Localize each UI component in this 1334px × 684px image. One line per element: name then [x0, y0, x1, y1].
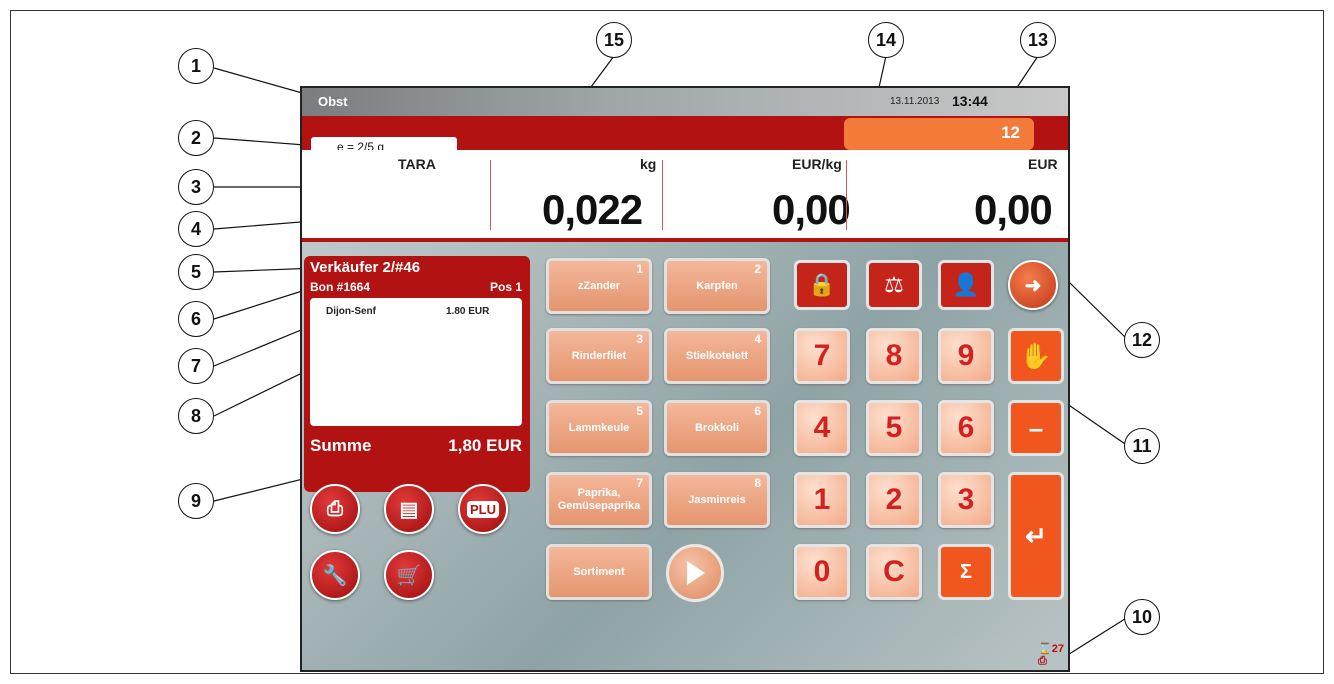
numpad-key-0[interactable]: 0 [794, 544, 850, 600]
hourglass-icon: ⌛ [1038, 643, 1052, 655]
print-button[interactable]: ⎙ [310, 484, 360, 534]
wrench-icon: 🔧 [322, 564, 348, 587]
time-display: 13:44 [952, 93, 988, 109]
plu-key-4[interactable]: 4 Stielkotelett [664, 328, 770, 384]
plu-button[interactable]: PLU [458, 484, 508, 534]
printer-status-icon: ⎙ [1038, 655, 1047, 667]
bon-number: Bon #1664 [310, 280, 371, 294]
cart-icon: 🛒 [396, 564, 422, 587]
plu-icon: PLU [467, 500, 499, 518]
plu-key-7[interactable]: 7 Paprika, Gemüsepaprika [546, 472, 652, 528]
list-item-price: 1.80 EUR [446, 306, 490, 317]
callout-12: 12 [1124, 322, 1160, 358]
title-bar: Obst 13.11.2013 13:44 [302, 88, 1068, 116]
callout-13: 13 [1020, 22, 1056, 58]
callout-11: 11 [1124, 428, 1160, 464]
tare-button[interactable]: ⚖ [866, 260, 922, 310]
numpad-key-1[interactable]: 1 [794, 472, 850, 528]
callout-14: 14 [868, 22, 904, 58]
callout-8: 8 [178, 398, 214, 434]
receipt-icon: ▤ [399, 498, 419, 521]
clear-button[interactable]: C [866, 544, 922, 600]
numpad-key-8[interactable]: 8 [866, 328, 922, 384]
lock-icon: 🔒 [808, 272, 836, 297]
play-arrow-icon [687, 561, 705, 585]
list-item[interactable]: Dijon-Senf [326, 306, 376, 317]
plu-key-2[interactable]: 2 Karpfen [664, 258, 770, 314]
display-divider [662, 160, 663, 230]
sum-button[interactable]: Σ [938, 544, 994, 600]
callout-9: 9 [178, 483, 214, 519]
minus-button[interactable]: – [1008, 400, 1064, 456]
numpad-key-7[interactable]: 7 [794, 328, 850, 384]
receipt-button[interactable]: ▤ [384, 484, 434, 534]
numpad-key-6[interactable]: 6 [938, 400, 994, 456]
numpad-key-5[interactable]: 5 [866, 400, 922, 456]
price-unit: EUR/kg [792, 156, 842, 172]
enter-arrow-icon: ↵ [1025, 520, 1047, 551]
status-indicator: ⌛27 ⎙ [1038, 642, 1068, 668]
position-number: Pos 1 [489, 280, 522, 294]
total-value: 0,00 [974, 186, 1053, 233]
date-display: 13.11.2013 [890, 96, 940, 107]
plu-key-6[interactable]: 6 Brokkoli [664, 400, 770, 456]
settings-button[interactable]: 🔧 [310, 550, 360, 600]
lock-button[interactable]: 🔒 [794, 260, 850, 310]
plu-key-1[interactable]: 1 zZander [546, 258, 652, 314]
enter-button[interactable]: ↵ [1008, 472, 1064, 600]
seller-label: Verkäufer 2/#46 [310, 259, 421, 276]
plu-key-8[interactable]: 8 Jasminreis [664, 472, 770, 528]
display-divider [846, 160, 847, 230]
department-title: Obst [318, 94, 348, 109]
tare-weight-icon: ⚖ [884, 272, 904, 297]
sum-label: Summe [310, 436, 372, 455]
display-divider [490, 160, 491, 230]
receipt-list[interactable]: Dijon-Senf 1.80 EUR [310, 298, 522, 426]
hand-stop-icon: ✋ [1019, 340, 1053, 371]
callout-4: 4 [178, 211, 214, 247]
plu-key-3[interactable]: 3 Rinderfilet [546, 328, 652, 384]
weight-display: TARA kg 0,022 EUR/kg 0,00 EUR 0,00 [302, 150, 1068, 242]
callout-1: 1 [178, 48, 214, 84]
callout-5: 5 [178, 254, 214, 290]
callout-10: 10 [1124, 599, 1160, 635]
callout-3: 3 [178, 169, 214, 205]
numpad-key-2[interactable]: 2 [866, 472, 922, 528]
printer-icon: ⎙ [327, 497, 343, 520]
total-unit: EUR [1028, 156, 1058, 172]
logout-button[interactable]: ➜ [1008, 260, 1058, 310]
callout-7: 7 [178, 348, 214, 384]
callout-15: 15 [596, 22, 632, 58]
callout-2: 2 [178, 120, 214, 156]
plu-key-5[interactable]: 5 Lammkeule [546, 400, 652, 456]
status-count: 27 [1051, 643, 1064, 655]
receipt-panel: Verkäufer 2/#46 Bon #1664 Pos 1 Dijon-Se… [304, 256, 530, 492]
person-icon: 👤 [952, 272, 980, 297]
seller-button[interactable]: 👤 [938, 260, 994, 310]
price-value: 0,00 [772, 186, 851, 233]
weight-value: 0,022 [542, 186, 643, 233]
weight-unit: kg [640, 156, 657, 172]
numpad-key-3[interactable]: 3 [938, 472, 994, 528]
numpad-key-4[interactable]: 4 [794, 400, 850, 456]
exit-arrow-icon: ➜ [1024, 274, 1042, 297]
next-page-button[interactable] [666, 544, 724, 602]
stop-button[interactable]: ✋ [1008, 328, 1064, 384]
numpad-key-9[interactable]: 9 [938, 328, 994, 384]
customer-counter: 12 [844, 118, 1034, 150]
scale-screen: Obst 13.11.2013 13:44 12 e = 2/5 g TARA … [300, 86, 1070, 672]
callout-6: 6 [178, 301, 214, 337]
sortiment-button[interactable]: Sortiment [546, 544, 652, 600]
cart-button[interactable]: 🛒 [384, 550, 434, 600]
tara-label: TARA [398, 156, 436, 172]
sum-value: 1,80 EUR [448, 436, 522, 455]
